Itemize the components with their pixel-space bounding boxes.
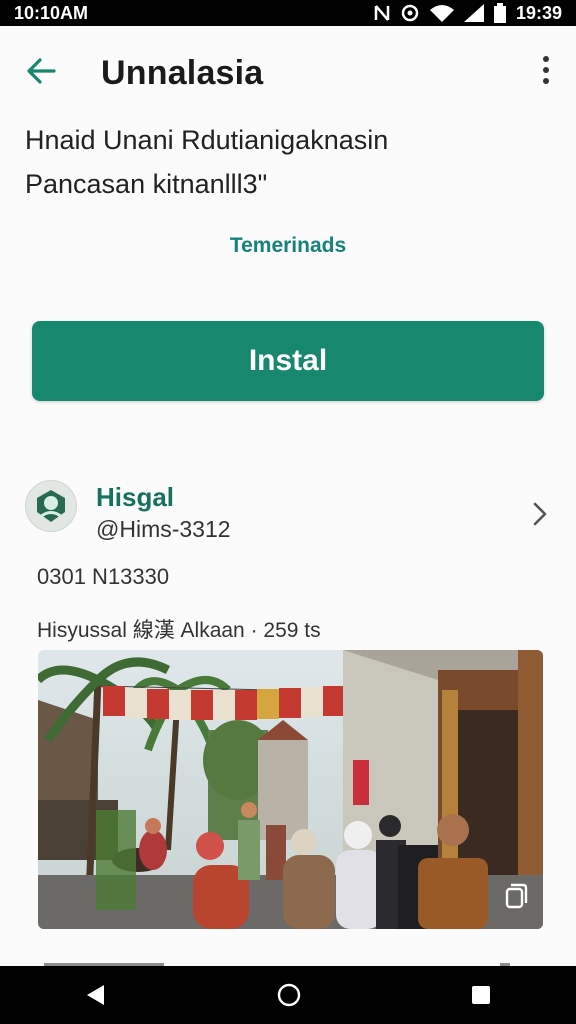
subtitle-line-1: Hnaid Unani Rdutianigaknasin <box>25 125 389 155</box>
install-button[interactable]: Instal <box>32 321 544 401</box>
developer-name: Hisgal <box>96 482 175 512</box>
nfc-icon <box>374 5 390 21</box>
terms-link[interactable]: Temerinads <box>0 234 576 258</box>
page-title: Unnalasia <box>101 54 264 92</box>
nav-back-icon[interactable] <box>84 983 108 1007</box>
developer-row[interactable]: Hisgal @Hims-3312 <box>25 480 550 542</box>
app-subtitle: Hnaid Unani Rdutianigaknasin Pancasan ki… <box>25 118 555 206</box>
chevron-right-icon[interactable] <box>530 500 550 528</box>
avatar <box>25 480 77 532</box>
battery-icon <box>493 3 506 23</box>
avatar-icon <box>37 490 65 522</box>
peek-decoration <box>44 963 510 966</box>
app-meta-info: Hisyussal 線漢 Alkaan · 259 ts <box>37 619 321 642</box>
sync-icon <box>401 4 419 22</box>
screenshot-image[interactable] <box>38 650 543 929</box>
status-time: 10:10AM <box>14 2 89 23</box>
nav-home-icon[interactable] <box>276 982 302 1008</box>
app-meta-id: 0301 N13330 <box>37 564 170 589</box>
app-bar: Unnalasia <box>0 44 576 104</box>
nav-recent-icon[interactable] <box>470 984 492 1006</box>
arrow-left-icon[interactable] <box>24 54 58 88</box>
system-nav-bar <box>0 966 576 1024</box>
wifi-icon <box>429 5 454 22</box>
subtitle-line-2: Pancasan kitnanlll3" <box>25 169 268 199</box>
status-clock-right: 19:39 <box>515 2 562 23</box>
more-vert-icon[interactable] <box>542 56 550 90</box>
street-scene-illustration <box>38 650 543 929</box>
signal-icon <box>463 4 484 22</box>
next-item-peek <box>0 956 576 966</box>
copy-icon[interactable] <box>503 883 529 911</box>
status-icons: 19:39 <box>374 3 562 24</box>
status-bar: 10:10AM 19:39 <box>0 0 576 26</box>
developer-handle: @Hims-3312 <box>96 516 231 542</box>
